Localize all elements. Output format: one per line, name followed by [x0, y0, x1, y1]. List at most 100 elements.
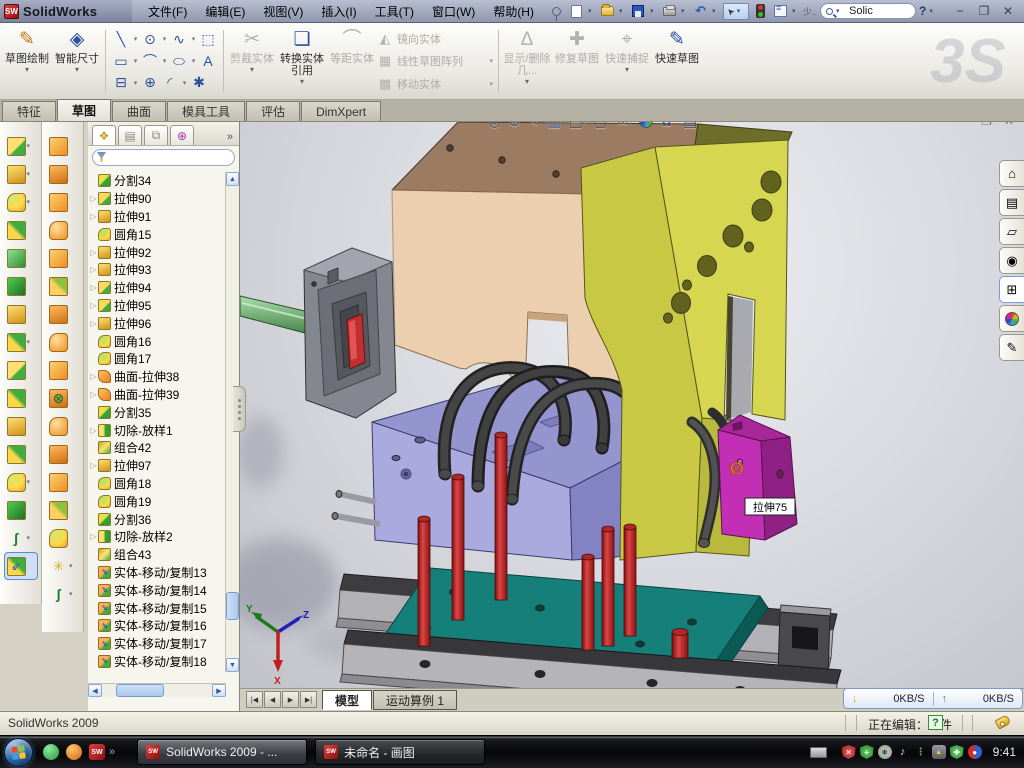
menu-item[interactable]: 视图(V)	[255, 1, 311, 22]
tree-item[interactable]: ▷ 曲面-拉伸39	[88, 386, 226, 404]
search-flyout-icon[interactable]: ▾	[836, 7, 844, 15]
rectangle-flyout[interactable]: ▾	[131, 57, 140, 65]
move-entities[interactable]: ▩ 移动实体 ▾	[377, 74, 495, 94]
scroll-up-icon[interactable]: ▲	[226, 172, 239, 186]
save-flyout-icon[interactable]: ▾	[650, 7, 658, 15]
scroll-left-icon[interactable]: ◀	[88, 684, 102, 697]
start-button[interactable]	[4, 738, 33, 767]
appearances-scenes[interactable]	[999, 305, 1024, 332]
menu-item[interactable]: 工具(T)	[367, 1, 422, 22]
doc-restore-button[interactable]: ❐	[981, 122, 992, 128]
restore-button[interactable]: ❐	[976, 4, 992, 18]
move-copy-body[interactable]	[7, 440, 35, 468]
scroll-right-icon[interactable]: ▶	[212, 684, 226, 697]
tray-icon[interactable]: ♪	[896, 745, 910, 759]
expand-arrow-icon[interactable]: ▷	[89, 532, 98, 541]
offset-surface[interactable]	[49, 328, 77, 356]
shell-feature[interactable]	[7, 244, 35, 272]
boss-extrude[interactable]: ▾	[7, 132, 35, 160]
scroll-thumb[interactable]	[116, 684, 164, 697]
zoom-area[interactable]: ⊕	[508, 122, 522, 130]
draft-feature[interactable]	[7, 272, 35, 300]
tree-item[interactable]: ▷ 拉伸95	[88, 297, 226, 315]
selection-box-tool[interactable]: ⬚	[198, 31, 218, 48]
pattern-feature[interactable]: ▾	[7, 328, 35, 356]
panel-tab[interactable]: ⧉	[144, 125, 168, 145]
repair-sketch[interactable]: ✚ 修复草图	[552, 26, 602, 96]
tray-icon[interactable]: ▲	[932, 745, 946, 759]
expand-arrow-icon[interactable]: ▷	[89, 248, 98, 257]
panel-tab[interactable]: ⊕	[170, 125, 194, 145]
swept-surface[interactable]	[49, 132, 77, 160]
panel-splitter-handle[interactable]	[233, 386, 246, 432]
help-flyout-icon[interactable]: ▾	[929, 7, 937, 15]
tab-nav-button[interactable]: ▶	[282, 691, 299, 708]
undo-flyout-icon[interactable]: ▾	[712, 7, 720, 15]
tree-item[interactable]: 组合42	[88, 439, 226, 457]
sketch-fillet-tool[interactable]: ◜	[160, 74, 180, 91]
point-surface[interactable]: ✳ ▾	[49, 552, 77, 580]
file-explorer[interactable]: ▱	[999, 218, 1024, 245]
view-settings[interactable]: ▤ ▾	[683, 122, 702, 130]
ribbon-tab[interactable]: 特征	[2, 101, 56, 121]
fillet-flyout[interactable]: ▾	[180, 79, 189, 87]
design-library[interactable]: ▤	[999, 189, 1024, 216]
tray-icon[interactable]: ✱	[878, 745, 892, 759]
ribbon-tab[interactable]: 模具工具	[167, 101, 245, 121]
lofted-surface[interactable]	[49, 188, 77, 216]
instant3d-pressed[interactable]: ⇙	[4, 552, 38, 580]
zoom-fit[interactable]: ◎	[488, 122, 502, 130]
sketch-draw[interactable]: ✎ 草图绘制 ▾	[2, 26, 52, 96]
planar-surface[interactable]	[49, 300, 77, 328]
rectangle-tool[interactable]: ▭	[111, 53, 131, 70]
quick-launch-overflow[interactable]: »	[109, 746, 115, 758]
save-button[interactable]	[630, 3, 647, 19]
select-tool-button[interactable]: ➤▾	[723, 3, 749, 20]
display-style[interactable]: ▢ ▾	[593, 122, 612, 130]
close-button[interactable]: ✕	[1000, 4, 1016, 18]
shut-off-surface[interactable]	[49, 524, 77, 552]
tray-icon[interactable]: ●	[968, 745, 982, 759]
tree-item[interactable]: 圆角17	[88, 350, 226, 368]
untrim-surface[interactable]	[49, 468, 77, 496]
graphics-area[interactable]: Y Z X ∅ 拉伸75 ◎ ⊕	[240, 122, 1024, 688]
split-feature[interactable]	[7, 384, 35, 412]
revolved-surface[interactable]	[49, 160, 77, 188]
tree-item[interactable]: ⇘ 实体-移动/复制17	[88, 635, 226, 653]
hide-show-items[interactable]: ∞ ▾	[618, 122, 633, 130]
tree-item[interactable]: ▷ 拉伸90	[88, 190, 226, 208]
menu-item[interactable]: 帮助(H)	[485, 1, 542, 22]
curve-surface[interactable]: ʃ ▾	[49, 580, 77, 608]
display-delete-relations[interactable]: Δ 显示/删除几... ▾	[502, 26, 552, 96]
tree-item[interactable]: ⇘ 实体-移动/复制18	[88, 653, 226, 671]
tree-item[interactable]: ⇘ 实体-移动/复制15	[88, 599, 226, 617]
part-gray-clamp[interactable]	[304, 248, 396, 418]
menu-item[interactable]: 编辑(E)	[197, 1, 253, 22]
replace-face[interactable]	[49, 412, 77, 440]
section-view[interactable]: ◫	[547, 122, 562, 130]
arc-tool[interactable]: ⌒	[140, 51, 160, 71]
tab-nav-button[interactable]: ▶|	[300, 691, 317, 708]
open-button[interactable]	[599, 3, 616, 19]
line-flyout[interactable]: ▾	[131, 35, 140, 43]
scroll-thumb[interactable]	[226, 592, 239, 620]
rapid-sketch[interactable]: ✎ 快速草图	[652, 26, 702, 96]
point-tool[interactable]: ✱	[189, 74, 209, 91]
slot-flyout[interactable]: ▾	[131, 79, 140, 87]
convert-entities[interactable]: ❏ 转换实体引用 ▾	[277, 26, 327, 96]
quick-tips-button[interactable]: ?	[928, 715, 943, 730]
doc-minimize-button[interactable]: −	[962, 122, 969, 128]
tray-icon[interactable]: ✕	[842, 745, 856, 759]
panel-tab[interactable]: ▤	[118, 125, 142, 145]
circle-tool[interactable]: ⊙	[140, 31, 160, 48]
delete-face[interactable]: ⊗	[49, 384, 77, 412]
expand-arrow-icon[interactable]: ▷	[89, 212, 98, 221]
view-orientation[interactable]: ⬒ ▾	[568, 122, 587, 130]
quick-snaps[interactable]: ⌖ 快速捕捉 ▾	[602, 26, 652, 96]
mirror-feature[interactable]	[7, 356, 35, 384]
insert-part[interactable]	[7, 412, 35, 440]
arc-flyout[interactable]: ▾	[160, 57, 169, 65]
ribbon-tab[interactable]: DimXpert	[301, 101, 381, 121]
minimize-button[interactable]: −	[952, 4, 968, 18]
taskbar-window-button[interactable]: SW 未命名 - 画图	[315, 739, 485, 765]
